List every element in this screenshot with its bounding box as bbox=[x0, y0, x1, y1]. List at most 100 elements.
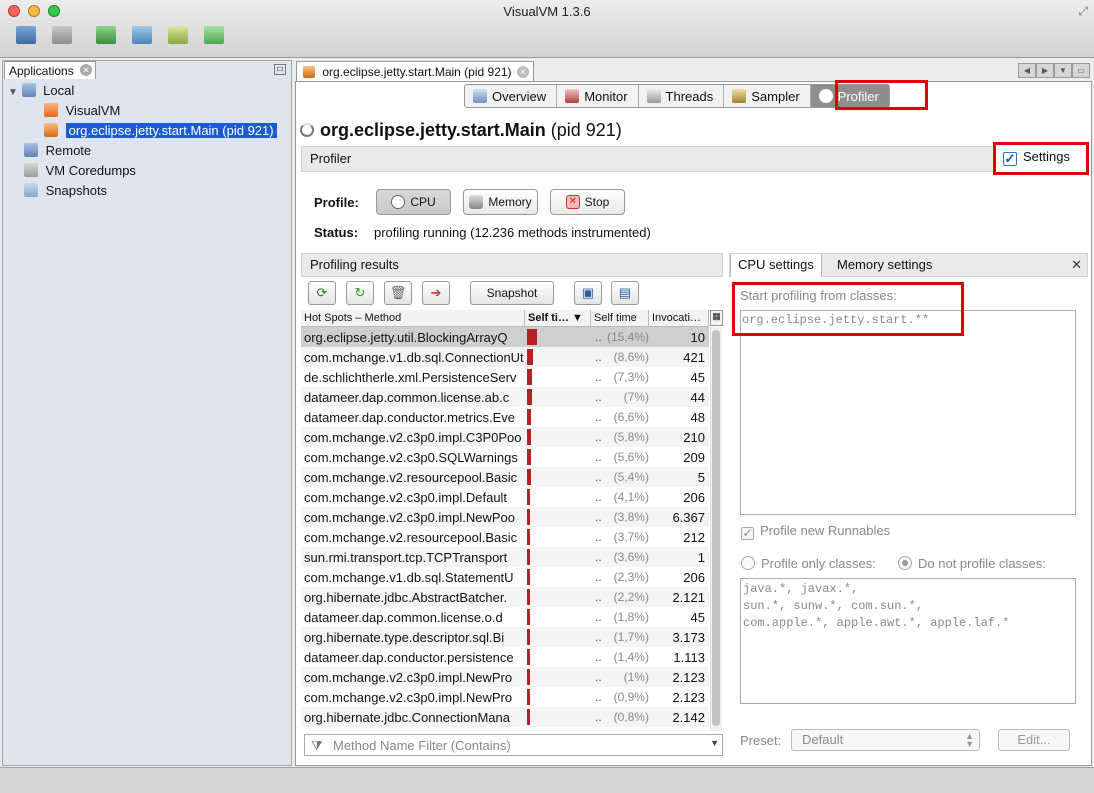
column-method[interactable]: Hot Spots – Method bbox=[301, 310, 525, 327]
open-file-icon[interactable] bbox=[16, 26, 36, 44]
method-name: com.mchange.v2.c3p0.impl.NewPro bbox=[304, 670, 513, 685]
reset-results-icon[interactable]: 🗑 bbox=[384, 281, 412, 305]
snapshot-icon[interactable] bbox=[204, 26, 224, 44]
self-time-bar bbox=[527, 569, 530, 585]
tab-overview[interactable]: Overview bbox=[465, 85, 558, 107]
snapshot-button[interactable]: Snapshot bbox=[470, 281, 554, 305]
do-not-profile-radio[interactable] bbox=[898, 556, 912, 570]
invocations-count: 1.113 bbox=[673, 650, 705, 665]
start-classes-highlight bbox=[732, 282, 964, 336]
table-row[interactable]: org.eclipse.jetty.util.BlockingArrayQ..(… bbox=[301, 327, 709, 347]
preset-select[interactable]: Default ▲ ▼ bbox=[791, 729, 980, 751]
invocations-count: 45 bbox=[690, 370, 705, 385]
table-row[interactable]: com.mchange.v2.c3p0.impl.C3P0Poo.. (5,8%)… bbox=[301, 427, 709, 447]
close-icon[interactable]: ✕ bbox=[1071, 257, 1082, 273]
table-row[interactable]: datameer.dap.common.license.ab.c.. (7%) 44 bbox=[301, 387, 709, 407]
tree-item-remote[interactable]: Remote bbox=[24, 141, 91, 161]
excluded-classes-textarea[interactable]: java.*, javax.*, sun.*, sunw.*, com.sun.… bbox=[740, 578, 1076, 704]
invocations-count: 2.142 bbox=[672, 710, 705, 725]
table-row[interactable]: com.mchange.v2.c3p0.impl.NewPro.. (0,9%) 2… bbox=[301, 687, 709, 707]
invocations-count: 10 bbox=[690, 330, 705, 345]
close-icon[interactable]: ✕ bbox=[517, 66, 529, 78]
table-row[interactable]: datameer.dap.common.license.o.d.. (1,8%) 4… bbox=[301, 607, 709, 627]
column-chooser-icon[interactable]: ▦ bbox=[710, 310, 723, 326]
tree-item-jetty-app[interactable]: org.eclipse.jetty.start.Main (pid 921) bbox=[44, 121, 277, 141]
tab-sampler[interactable]: Sampler bbox=[724, 85, 811, 107]
self-time-percent: (8,6%) bbox=[613, 350, 649, 364]
memory-button[interactable]: Memory bbox=[463, 189, 538, 215]
filter-icon: ⧩ bbox=[311, 738, 323, 753]
table-row[interactable]: de.schlichtherle.xml.PersistenceServ.. (7… bbox=[301, 367, 709, 387]
settings-toggle[interactable]: ✓ Settings bbox=[993, 142, 1089, 175]
table-row[interactable]: com.mchange.v2.c3p0.impl.NewPro.. (1%) 2.1… bbox=[301, 667, 709, 687]
profile-only-option[interactable]: Profile only classes: bbox=[741, 556, 876, 571]
scroll-left-icon[interactable]: ◀ bbox=[1018, 63, 1036, 78]
tree-label-local: Local bbox=[43, 83, 75, 98]
do-not-profile-option[interactable]: Do not profile classes: bbox=[898, 556, 1046, 571]
excluded-line: java.*, javax.*, bbox=[743, 582, 859, 596]
profile-runnables-option[interactable]: ✓ Profile new Runnables bbox=[741, 523, 890, 540]
close-icon[interactable]: ✕ bbox=[80, 64, 92, 76]
cpu-button[interactable]: CPU bbox=[376, 189, 451, 215]
table-row[interactable]: com.mchange.v2.c3p0.impl.Default.. (4,1%)… bbox=[301, 487, 709, 507]
edit-preset-button[interactable]: Edit... bbox=[998, 729, 1070, 751]
heap-dump-icon[interactable] bbox=[132, 26, 152, 44]
tree-label-snapshots: Snapshots bbox=[45, 183, 108, 198]
scroll-right-icon[interactable]: ▶ bbox=[1036, 63, 1054, 78]
table-row[interactable]: org.hibernate.type.descriptor.sql.Bi.. (1… bbox=[301, 627, 709, 647]
tree-item-snapshots[interactable]: Snapshots bbox=[24, 181, 107, 201]
tab-memory-settings[interactable]: Memory settings bbox=[830, 254, 939, 277]
chevron-down-icon[interactable]: ▼ bbox=[710, 738, 719, 748]
table-row[interactable]: com.mchange.v1.db.sql.ConnectionUt.. (8,6… bbox=[301, 347, 709, 367]
save-image-icon[interactable]: ▤ bbox=[611, 281, 639, 305]
tab-monitor[interactable]: Monitor bbox=[557, 85, 639, 107]
collapse-triangle-icon[interactable]: ▼ bbox=[8, 87, 18, 98]
start-classes-textarea[interactable]: org.eclipse.jetty.start.** bbox=[740, 310, 1076, 515]
save-icon[interactable] bbox=[52, 26, 72, 44]
export-icon[interactable]: ➔ bbox=[422, 281, 450, 305]
threads-icon bbox=[646, 89, 661, 103]
minimize-panel-icon[interactable]: ▭ bbox=[274, 64, 286, 75]
table-row[interactable]: com.mchange.v2.c3p0.SQLWarnings.. (5,6%) 2… bbox=[301, 447, 709, 467]
tab-cpu-settings[interactable]: CPU settings bbox=[730, 254, 822, 277]
applications-tab[interactable]: Applications ✕ bbox=[4, 61, 96, 79]
table-row[interactable]: datameer.dap.conductor.metrics.Eve.. (6,6… bbox=[301, 407, 709, 427]
method-name: org.hibernate.type.descriptor.sql.Bi bbox=[304, 630, 505, 645]
column-invocations[interactable]: Invocati… bbox=[649, 310, 709, 327]
tree-item-local[interactable]: ▼ Local bbox=[8, 81, 74, 101]
save-view-icon[interactable]: ▣ bbox=[574, 281, 602, 305]
stop-button[interactable]: ✕ Stop bbox=[550, 189, 625, 215]
tab-threads[interactable]: Threads bbox=[639, 85, 725, 107]
tree-label-remote: Remote bbox=[45, 143, 92, 158]
filter-placeholder: Method Name Filter (Contains) bbox=[333, 738, 511, 753]
method-filter-input[interactable]: ⧩ Method Name Filter (Contains) ▼ bbox=[304, 734, 723, 756]
update-results-icon[interactable]: ⟳ bbox=[308, 281, 336, 305]
self-time-bar bbox=[527, 429, 531, 445]
maximize-icon[interactable]: ▭ bbox=[1072, 63, 1090, 78]
settings-checkbox[interactable]: ✓ bbox=[1003, 152, 1017, 166]
fullscreen-icon[interactable]: ⤢ bbox=[1078, 4, 1088, 19]
table-row[interactable]: com.mchange.v2.resourcepool.Basic.. (3,7%… bbox=[301, 527, 709, 547]
column-self-time-bar[interactable]: Self ti… ▼ bbox=[525, 310, 591, 327]
thread-dump-icon[interactable] bbox=[168, 26, 188, 44]
table-row[interactable]: org.hibernate.jdbc.AbstractBatcher... (2,… bbox=[301, 587, 709, 607]
auto-refresh-icon[interactable]: ↻ bbox=[346, 281, 374, 305]
tree-item-visualvm[interactable]: VisualVM bbox=[44, 101, 120, 121]
table-row[interactable]: sun.rmi.transport.tcp.TCPTransport.. (3,6… bbox=[301, 547, 709, 567]
table-row[interactable]: org.hibernate.jdbc.ConnectionMana.. (0,8%… bbox=[301, 707, 709, 727]
table-row[interactable]: datameer.dap.conductor.persistence.. (1,4… bbox=[301, 647, 709, 667]
column-self-time[interactable]: Self time bbox=[591, 310, 649, 327]
table-row[interactable]: com.mchange.v1.db.sql.StatementU.. (2,3%)… bbox=[301, 567, 709, 587]
scrollbar-thumb[interactable] bbox=[712, 330, 720, 726]
tab-list-icon[interactable]: ▼ bbox=[1054, 63, 1072, 78]
do-not-profile-label: Do not profile classes: bbox=[918, 556, 1046, 571]
document-tab[interactable]: org.eclipse.jetty.start.Main (pid 921) ✕ bbox=[296, 61, 534, 81]
app-name: org.eclipse.jetty.start.Main bbox=[320, 120, 546, 140]
table-row[interactable]: com.mchange.v2.c3p0.impl.NewPoo.. (3,8%) 6… bbox=[301, 507, 709, 527]
memory-icon bbox=[469, 195, 484, 209]
add-jmx-icon[interactable] bbox=[96, 26, 116, 44]
table-row[interactable]: com.mchange.v2.resourcepool.Basic.. (5,4%… bbox=[301, 467, 709, 487]
profile-runnables-checkbox[interactable]: ✓ bbox=[741, 527, 754, 540]
tree-item-coredumps[interactable]: VM Coredumps bbox=[24, 161, 136, 181]
profile-only-radio[interactable] bbox=[741, 556, 755, 570]
